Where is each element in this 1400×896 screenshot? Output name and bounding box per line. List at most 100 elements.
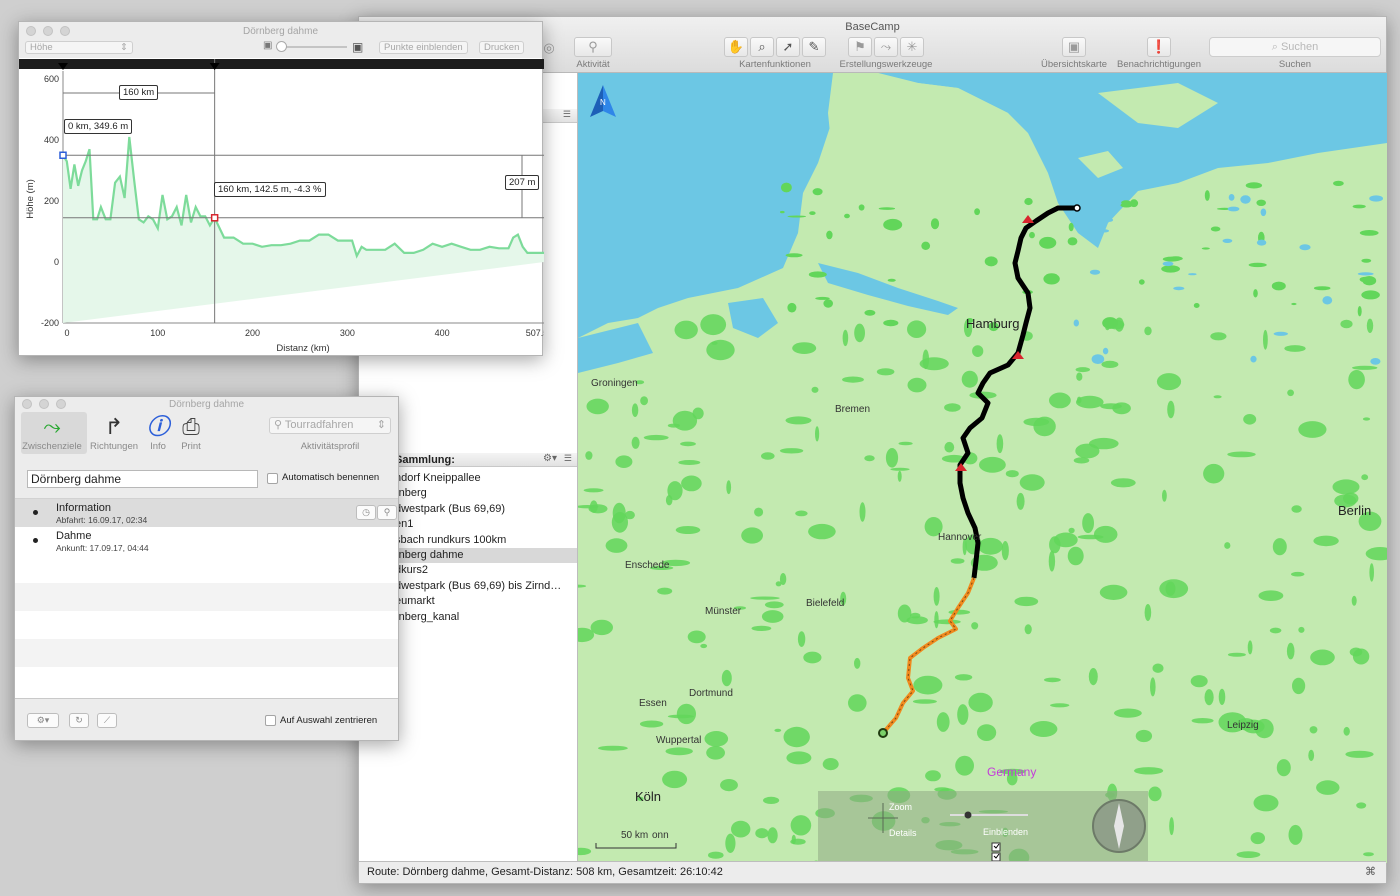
end-marker-label: 160 km, 142.5 m, -4.3 % [214,182,326,197]
tab-waypoints[interactable]: ⤳ Zwischenziele [21,413,83,452]
elevation-chart[interactable]: 600 400 200 0 -200 0 100 200 300 400 507.5 Distanz … [19,59,544,356]
tab-print[interactable]: ⎙ Print [160,413,222,452]
zoom-out-icon[interactable]: ▣ [263,40,272,51]
forest-patch [1343,726,1350,736]
gear-icon[interactable]: ⚙▾ [27,713,59,728]
refresh-icon[interactable]: ↻ [69,713,89,728]
forest-patch [1352,365,1378,370]
zoom-icon[interactable]: ⌕ [750,37,774,57]
tab-print-label: Print [181,441,201,452]
forest-patch [1292,677,1306,695]
forest-patch [1067,237,1078,246]
zoom-button[interactable] [60,26,70,36]
forest-patch [1369,563,1374,582]
zoom-button[interactable] [56,399,66,409]
zoom-slider-thumb[interactable] [276,41,287,52]
list-menu-icon[interactable]: ☰ [563,109,571,120]
close-button[interactable] [22,399,32,409]
binoculars-icon[interactable]: ⌘ [1365,862,1376,883]
forest-patch [1224,542,1231,549]
forest-patch [971,622,979,630]
ruler-icon[interactable]: ✎ [802,37,826,57]
forest-patch [930,218,940,230]
start-marker[interactable] [59,151,67,159]
forest-patch [704,731,729,747]
route-start-point[interactable] [878,728,888,738]
chart-icon[interactable]: ⟋ [97,713,117,728]
waypoint-subtitle: Abfahrt: 16.09.17, 02:34 [56,515,148,525]
flag-icon[interactable]: ⚑ [848,37,872,57]
overview-map-icon[interactable]: ▣ [1062,37,1086,57]
route-name-field[interactable]: Dörnberg dahme [27,470,258,488]
forest-patch [1190,675,1208,688]
notification-icon[interactable]: ❗ [1147,37,1171,57]
start-marker-label: 0 km, 349.6 m [64,119,133,134]
forest-patch [763,796,780,805]
list-menu-icon[interactable]: ☰ [564,453,572,464]
forest-patch [912,699,937,704]
bicycle-icon[interactable]: ⚲ [574,37,612,57]
forest-patch [1263,329,1268,350]
minimize-button[interactable] [43,26,53,36]
waypoint-subtitle: Ankunft: 17.09.17, 04:44 [56,543,149,553]
forest-patch [764,601,784,609]
forest-patch [761,452,775,460]
end-marker[interactable] [210,214,219,222]
clock-icon[interactable]: ◷ [356,505,376,520]
minimize-button[interactable] [39,399,49,409]
bicycle-icon[interactable]: ⚲ [377,505,397,520]
search-input[interactable]: ⌕ Suchen [1209,37,1381,57]
forest-patch [1332,479,1360,495]
forest-patch [674,320,698,340]
center-selection-checkbox[interactable] [265,715,276,726]
lake [1073,319,1079,327]
y-tick-label: 600 [44,74,59,84]
city-label-bremen: Bremen [835,404,871,415]
waypoint-row[interactable]: Information Abfahrt: 16.09.17, 02:34 ◷ ⚲ [15,499,398,527]
forest-patch [1134,767,1164,775]
lake [1273,331,1288,336]
forest-patch [1068,527,1075,534]
forest-patch [775,581,782,587]
map-view[interactable]: N Hamburg Groningen Bremen Hannover Berl… [578,73,1387,863]
route-tool-icon[interactable]: ⤳ [874,37,898,57]
hand-icon[interactable]: ✋ [724,37,748,57]
close-button[interactable] [26,26,36,36]
forest-patch [933,587,940,606]
lake [1102,347,1109,355]
track-tool-icon[interactable]: ✳ [900,37,924,57]
range-marker-bar[interactable] [19,59,544,69]
forest-patch [1345,750,1374,758]
waypoint-row[interactable]: Dahme Ankunft: 17.09.17, 04:44 [15,527,398,555]
bicycle-icon: ⚲ [274,419,285,431]
forest-patch [1101,360,1119,368]
forest-patch [944,441,955,453]
forest-patch [1152,663,1164,673]
forest-patch [977,724,997,741]
forest-patch [672,410,698,431]
zoom-slider[interactable] [277,46,347,48]
show-points-button[interactable]: Punkte einblenden [379,41,468,54]
forest-patch [1359,230,1379,236]
details-label: Details [889,828,917,838]
lake [1256,239,1267,246]
forest-patch [681,475,702,492]
forest-patch [897,604,912,623]
city-label-groningen: Groningen [591,378,638,389]
forest-patch [1121,200,1132,205]
activity-profile-select[interactable]: ⚲ Tourradfahren ⇕ [269,417,391,434]
print-button[interactable]: Drucken [479,41,525,54]
zoom-slider-thumb[interactable] [964,811,972,819]
forest-patch [811,386,819,393]
gear-icon[interactable]: ⚙▾ [543,453,557,464]
zoom-in-icon[interactable]: ▣ [352,40,363,54]
forest-patch [1363,852,1374,857]
route-end-point[interactable] [1073,204,1081,212]
auto-name-label: Automatisch benennen [282,472,380,483]
x-tick-label: 400 [435,328,450,338]
y-tick-label: 0 [54,257,59,267]
forest-patch [605,538,628,553]
pointer-icon[interactable]: ➚ [776,37,800,57]
auto-name-checkbox[interactable] [267,473,278,484]
mode-select[interactable]: Höhe ⇕ [25,41,133,54]
